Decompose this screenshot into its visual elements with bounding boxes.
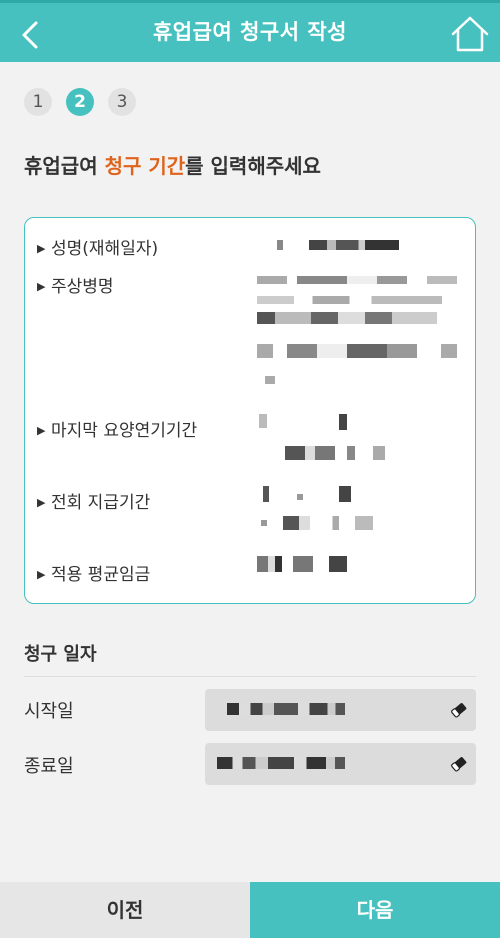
eraser-icon[interactable] (450, 755, 468, 773)
info-row-last-treatment: ▶ 마지막 요양연기기간 (37, 416, 197, 441)
avg-wage-label: 적용 평균임금 (51, 565, 151, 585)
info-row-prev-payment: ▶ 전회 지급기간 (37, 488, 150, 513)
eraser-icon[interactable] (450, 701, 468, 719)
last-treatment-label: 마지막 요양연기기간 (51, 421, 198, 441)
heading-suffix: 를 입력해주세요 (185, 154, 321, 178)
app-header: 휴업급여 청구서 작성 (0, 0, 500, 62)
end-date-field[interactable] (205, 743, 476, 785)
triangle-right-icon: ▶ (37, 424, 46, 437)
info-row-name: ▶ 성명(재해일자) (37, 234, 158, 259)
triangle-right-icon: ▶ (37, 568, 46, 581)
step-2-active: 2 (66, 88, 94, 116)
step-1: 1 (24, 88, 52, 116)
prev-payment-label: 전회 지급기간 (51, 493, 151, 513)
start-date-label: 시작일 (24, 701, 74, 722)
bottom-action-bar: 이전 다음 (0, 882, 500, 938)
prev-button[interactable]: 이전 (0, 882, 250, 938)
triangle-right-icon: ▶ (37, 242, 46, 255)
end-date-label: 종료일 (24, 756, 74, 777)
section-heading: 휴업급여 청구 기간를 입력해주세요 (24, 150, 321, 179)
divider (24, 676, 476, 677)
info-row-disease: ▶ 주상병명 (37, 272, 114, 297)
home-icon (451, 16, 489, 52)
info-row-avg-wage: ▶ 적용 평균임금 (37, 560, 150, 585)
claim-info-box: ▶ 성명(재해일자) ▶ 주상병명 ▶ 마지막 요양연기기간 ▶ 전회 지급기간 ▶ 적용… (24, 217, 476, 604)
triangle-right-icon: ▶ (37, 280, 46, 293)
triangle-right-icon: ▶ (37, 496, 46, 509)
next-button[interactable]: 다음 (250, 882, 500, 938)
step-3: 3 (108, 88, 136, 116)
start-date-field[interactable] (205, 689, 476, 731)
name-label: 성명(재해일자) (51, 239, 159, 259)
claim-date-title: 청구 일자 (24, 644, 97, 665)
heading-highlight: 청구 기간 (104, 154, 186, 178)
page-title: 휴업급여 청구서 작성 (152, 20, 347, 44)
disease-label: 주상병명 (51, 277, 114, 297)
home-button[interactable] (450, 14, 490, 54)
heading-prefix: 휴업급여 (24, 154, 105, 178)
